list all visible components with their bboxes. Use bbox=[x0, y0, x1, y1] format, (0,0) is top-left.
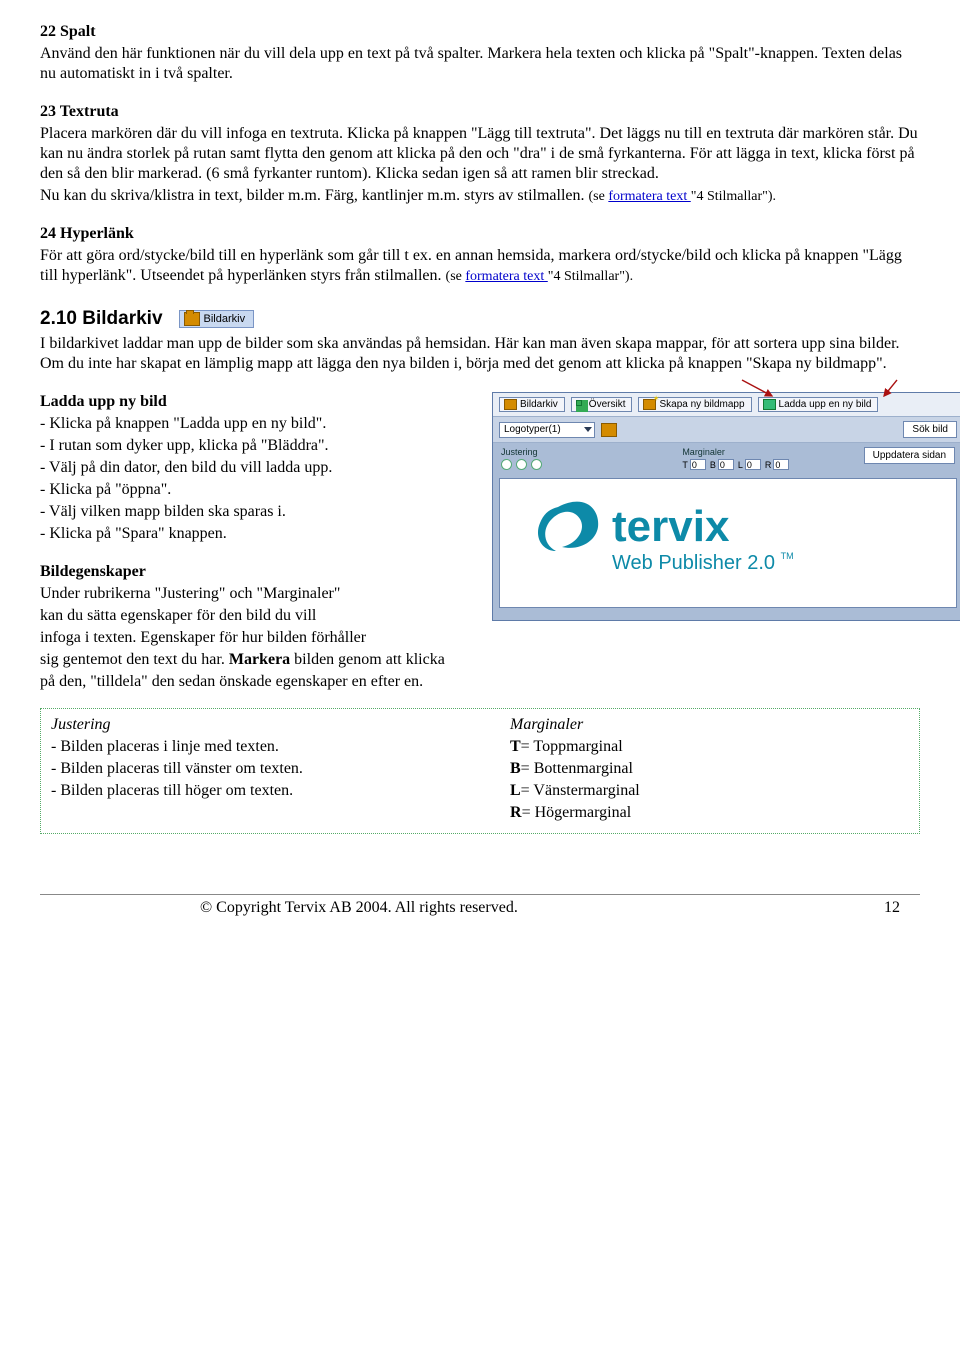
bildeg-l5: på den, "tilldela" den sedan önskade ege… bbox=[40, 672, 920, 692]
new-folder-icon bbox=[643, 399, 656, 410]
radio-right[interactable] bbox=[531, 459, 542, 470]
body-24: För att göra ord/stycke/bild till en hyp… bbox=[40, 246, 920, 286]
marg-b: B= Bottenmarginal bbox=[510, 759, 909, 779]
panel-btn-sok-bild[interactable]: Sök bild bbox=[903, 421, 957, 438]
margin-left-input[interactable] bbox=[745, 459, 761, 470]
svg-text:tervix: tervix bbox=[612, 502, 730, 551]
heading-24: 24 Hyperlänk bbox=[40, 225, 134, 242]
section-22-spalt: 22 Spalt Använd den här funktionen när d… bbox=[40, 22, 920, 84]
marg-r: R= Högermarginal bbox=[510, 803, 909, 823]
col-justering: Justering - Bilden placeras i linje med … bbox=[51, 715, 450, 825]
margin-top-input[interactable] bbox=[690, 459, 706, 470]
margin-top-field: T bbox=[682, 459, 706, 470]
marg-t: T= Toppmarginal bbox=[510, 737, 909, 757]
step-6: - Klicka på "Spara" knappen. bbox=[40, 524, 480, 544]
step-5: - Välj vilken mapp bilden ska sparas i. bbox=[40, 502, 480, 522]
margin-left-field: L bbox=[738, 459, 761, 470]
page-footer: © Copyright Tervix AB 2004. All rights r… bbox=[40, 894, 920, 917]
just-l1: - Bilden placeras i linje med texten. bbox=[51, 737, 450, 757]
folder-icon bbox=[184, 312, 200, 326]
panel-folder-row: Logotyper(1) Sök bild bbox=[493, 417, 960, 443]
footer-copyright: © Copyright Tervix AB 2004. All rights r… bbox=[200, 899, 518, 917]
body-2-10: I bildarkivet laddar man upp de bilder s… bbox=[40, 334, 920, 374]
panel-image-preview: tervix Web Publisher 2.0 TM bbox=[499, 478, 957, 608]
bildeg-l3: infoga i texten. Egenskaper för hur bild… bbox=[40, 628, 480, 648]
heading-23: 23 Textruta bbox=[40, 102, 920, 122]
radio-left[interactable] bbox=[516, 459, 527, 470]
radio-inline[interactable] bbox=[501, 459, 512, 470]
label-justering: Justering bbox=[501, 447, 652, 457]
box-head-justering: Justering bbox=[51, 715, 450, 735]
body-23b: Nu kan du skriva/klistra in text, bilder… bbox=[40, 186, 920, 206]
panel-props-row: Justering Marginaler T B L R bbox=[493, 443, 960, 472]
margin-bottom-field: B bbox=[710, 459, 734, 470]
button-image-bildarkiv: Bildarkiv bbox=[179, 310, 255, 328]
step-2: - I rutan som dyker upp, klicka på "Bläd… bbox=[40, 436, 480, 456]
go-folder-icon[interactable] bbox=[601, 423, 617, 437]
just-l3: - Bilden placeras till höger om texten. bbox=[51, 781, 450, 801]
heading-ladda-upp: Ladda upp ny bild bbox=[40, 392, 480, 412]
annotation-arrows bbox=[492, 374, 960, 408]
heading-2-10-bildarkiv: 2.10 Bildarkiv Bildarkiv bbox=[40, 308, 920, 330]
link-formatera-text-2[interactable]: formatera text bbox=[465, 269, 547, 284]
footer-page-number: 12 bbox=[884, 899, 920, 917]
justering-marginaler-box: Justering - Bilden placeras i linje med … bbox=[40, 708, 920, 834]
justering-radios bbox=[501, 459, 652, 470]
step-3: - Välj på din dator, den bild du vill la… bbox=[40, 458, 480, 478]
box-head-marginaler: Marginaler bbox=[510, 715, 909, 735]
panel-btn-uppdatera[interactable]: Uppdatera sidan bbox=[864, 447, 955, 464]
bildarkiv-panel: Bildarkiv Översikt Skapa ny bildmapp Lad… bbox=[492, 392, 960, 621]
label-marginaler: Marginaler bbox=[682, 447, 833, 457]
section-23-textruta: 23 Textruta Placera markören där du vill… bbox=[40, 102, 920, 206]
grid-icon bbox=[576, 400, 586, 410]
section-24-hyperlank: 24 Hyperlänk För att göra ord/stycke/bil… bbox=[40, 224, 920, 286]
step-4: - Klicka på "öppna". bbox=[40, 480, 480, 500]
col-marginaler: Marginaler T= Toppmarginal B= Bottenmarg… bbox=[510, 715, 909, 825]
marg-l: L= Vänstermarginal bbox=[510, 781, 909, 801]
margin-right-input[interactable] bbox=[773, 459, 789, 470]
panel-folder-select[interactable]: Logotyper(1) bbox=[499, 422, 595, 438]
just-l2: - Bilden placeras till vänster om texten… bbox=[51, 759, 450, 779]
bildeg-l2: kan du sätta egenskaper för den bild du … bbox=[40, 606, 480, 626]
tervix-logo: tervix Web Publisher 2.0 TM bbox=[530, 499, 840, 589]
body-23a: Placera markören där du vill infoga en t… bbox=[40, 124, 920, 184]
margin-bottom-input[interactable] bbox=[718, 459, 734, 470]
body-22: Använd den här funktionen när du vill de… bbox=[40, 44, 920, 84]
link-formatera-text-1[interactable]: formatera text bbox=[608, 189, 690, 204]
heading-22: 22 Spalt bbox=[40, 22, 920, 42]
bildeg-l4: sig gentemot den text du har. Markera bi… bbox=[40, 650, 920, 670]
margin-right-field: R bbox=[765, 459, 790, 470]
step-1: - Klicka på knappen "Ladda upp en ny bil… bbox=[40, 414, 480, 434]
bildeg-l1: Under rubrikerna "Justering" och "Margin… bbox=[40, 584, 480, 604]
heading-bildegenskaper: Bildegenskaper bbox=[40, 562, 480, 582]
svg-text:Web Publisher 2.0: Web Publisher 2.0 TM bbox=[612, 551, 794, 574]
